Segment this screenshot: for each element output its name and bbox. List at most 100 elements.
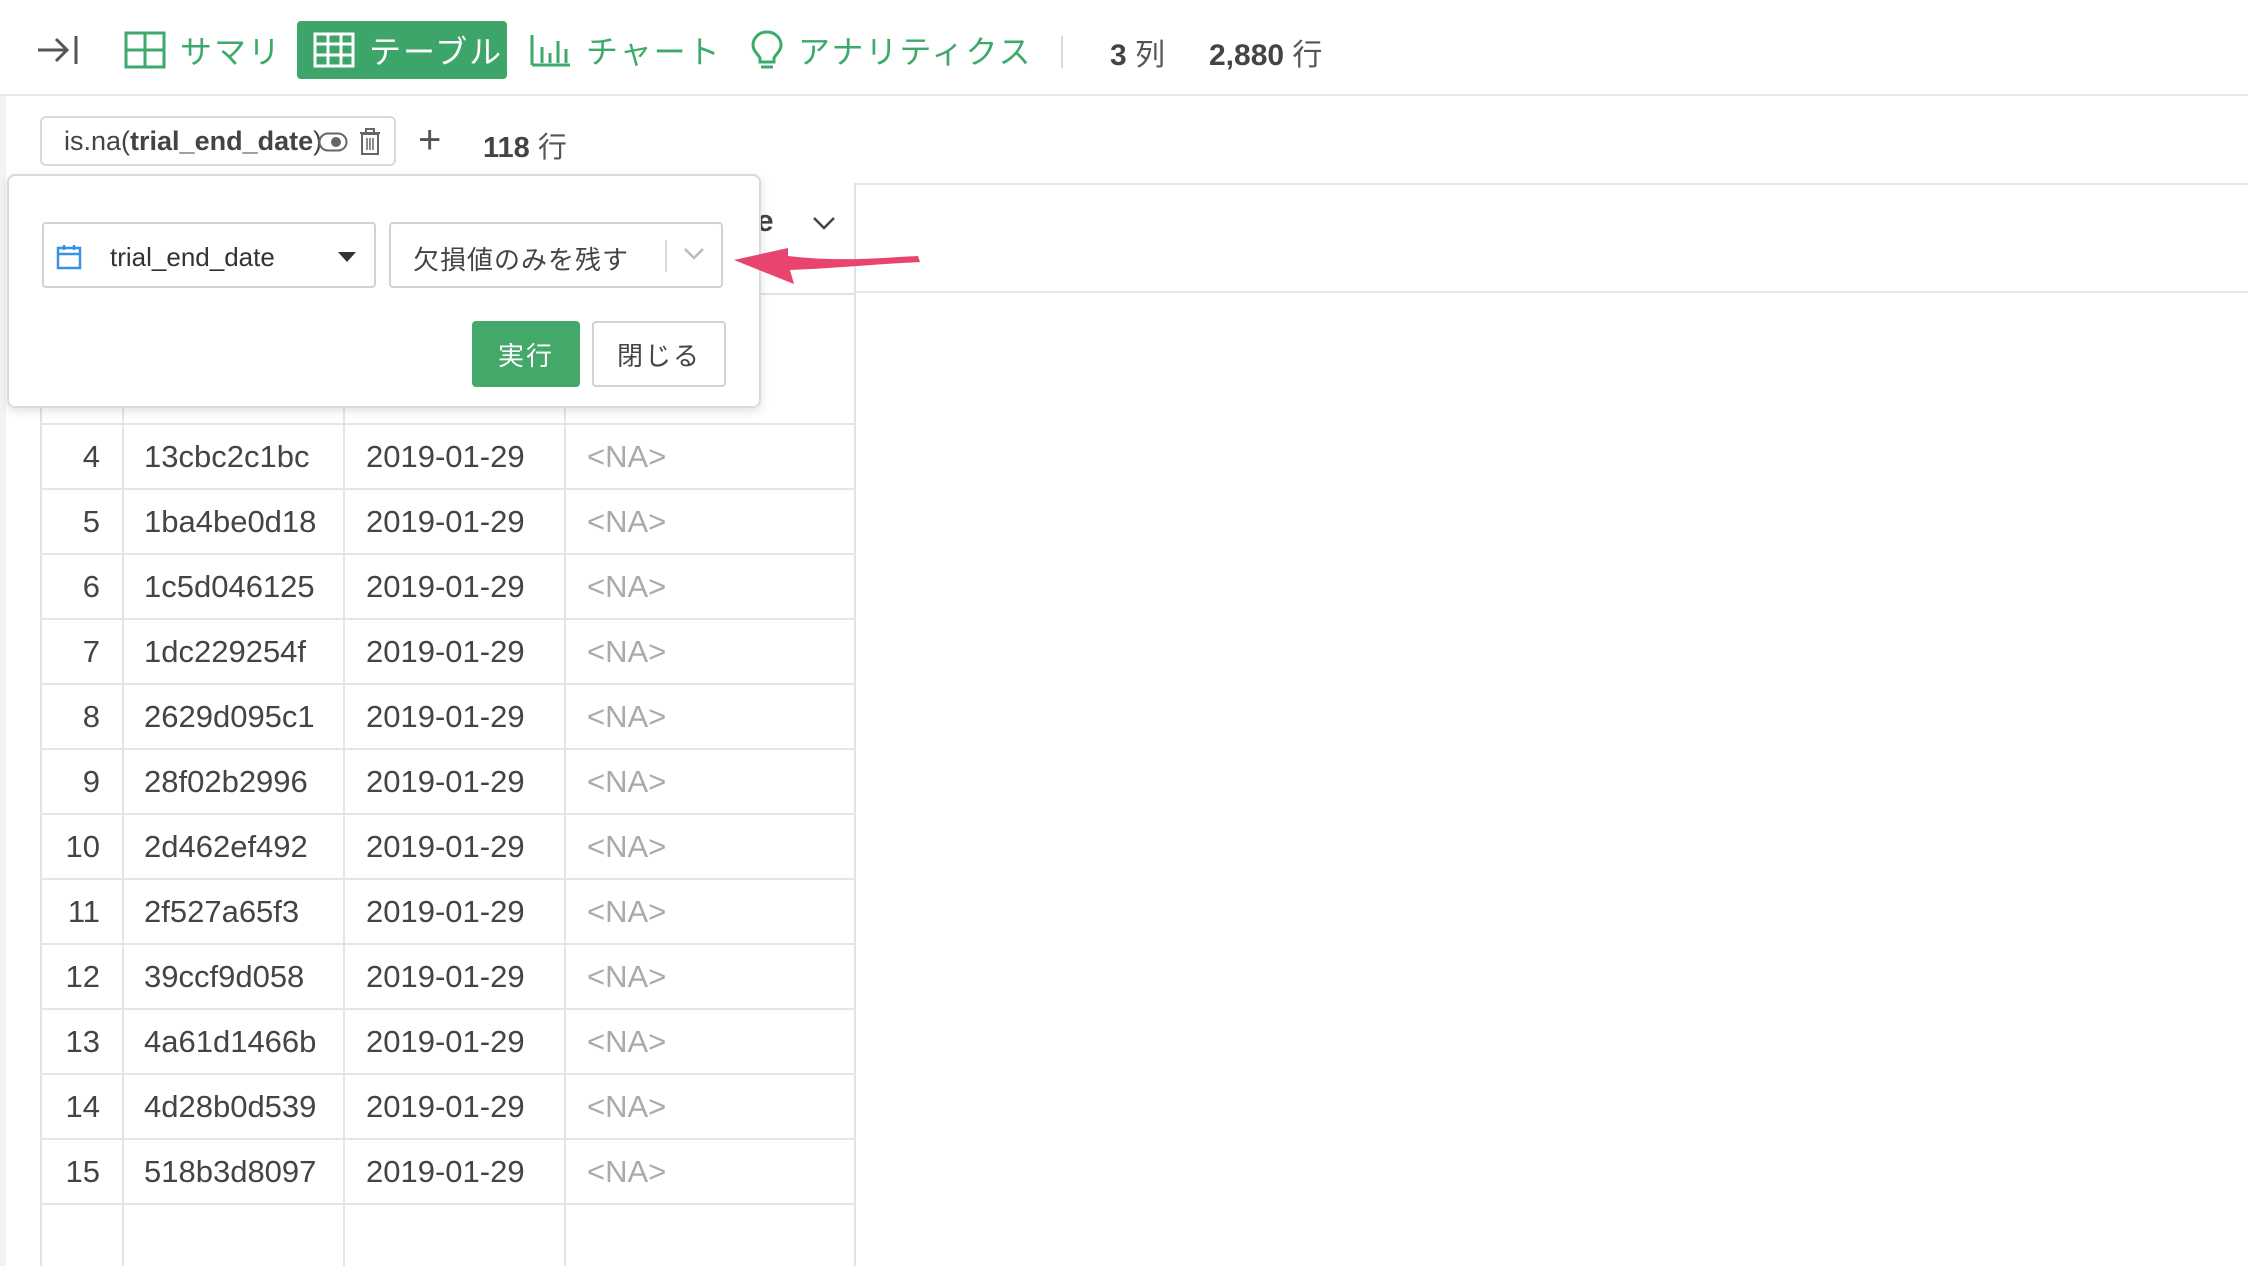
table-row: 4 13cbc2c1bc 2019-01-29 <NA> <box>40 425 856 490</box>
table-row: 5 1ba4be0d18 2019-01-29 <NA> <box>40 490 856 555</box>
column-select[interactable]: trial_end_date <box>42 222 376 288</box>
column-divider <box>343 380 345 1266</box>
column-select-value: trial_end_date <box>110 242 275 272</box>
cell-id: 1ba4be0d18 <box>144 504 317 539</box>
left-edge <box>0 0 6 1266</box>
tab-analytics[interactable]: アナリティクス <box>750 21 1032 79</box>
filtered-row-count: 118 行 <box>483 132 567 164</box>
cell-na: <NA> <box>587 439 667 474</box>
filter-chip[interactable]: is.na(trial_end_date) <box>40 116 396 166</box>
cell-id: 28f02b2996 <box>144 764 308 799</box>
cell-id: 2f527a65f3 <box>144 894 300 929</box>
cell-date: 2019-01-29 <box>366 1089 525 1124</box>
cell-id: 1c5d046125 <box>144 569 315 604</box>
lightbulb-icon <box>751 30 783 69</box>
table-row: 13 4a61d1466b 2019-01-29 <NA> <box>40 1010 856 1075</box>
operator-select[interactable]: 欠損値のみを残す <box>389 222 723 288</box>
cell-id: 4d28b0d539 <box>144 1089 317 1124</box>
table-row: 6 1c5d046125 2019-01-29 <NA> <box>40 555 856 620</box>
cell-date: 2019-01-29 <box>366 699 525 734</box>
tab-analytics-label: アナリティクス <box>798 34 1033 70</box>
collapse-panel-icon[interactable] <box>36 30 80 70</box>
column-count: 3 列 <box>1110 39 1166 72</box>
row-index: 7 <box>82 634 100 669</box>
row-count: 2,880 行 <box>1209 39 1323 72</box>
tab-summary-label: サマリ <box>180 34 283 70</box>
cell-id: 4a61d1466b <box>144 1024 317 1059</box>
cell-date: 2019-01-29 <box>366 959 525 994</box>
cell-na: <NA> <box>587 959 667 994</box>
cell-date: 2019-01-29 <box>366 1024 525 1059</box>
cell-na: <NA> <box>587 1154 667 1189</box>
toggle-visibility-icon[interactable] <box>318 132 348 152</box>
cell-id: 39ccf9d058 <box>144 959 305 994</box>
calendar-icon <box>56 245 82 270</box>
cell-na: <NA> <box>587 1024 667 1059</box>
grid-icon <box>124 31 166 69</box>
cell-na: <NA> <box>587 569 667 604</box>
annotation-arrow-icon <box>734 248 920 284</box>
row-index: 10 <box>65 829 100 864</box>
cell-date: 2019-01-29 <box>366 1154 525 1189</box>
table-row: 14 4d28b0d539 2019-01-29 <NA> <box>40 1075 856 1140</box>
row-index: 13 <box>65 1024 100 1059</box>
close-button[interactable]: 閉じる <box>592 321 726 387</box>
cell-na: <NA> <box>587 504 667 539</box>
cell-id: 518b3d8097 <box>144 1154 317 1189</box>
cell-id: 2629d095c1 <box>144 699 315 734</box>
row-index: 6 <box>82 569 100 604</box>
select-divider <box>665 240 667 272</box>
table-row: 7 1dc229254f 2019-01-29 <NA> <box>40 620 856 685</box>
table-row: 8 2629d095c1 2019-01-29 <NA> <box>40 685 856 750</box>
cell-na: <NA> <box>587 894 667 929</box>
cell-na: <NA> <box>587 764 667 799</box>
table-header-empty-area <box>856 183 2248 293</box>
row-index: 8 <box>82 699 100 734</box>
run-button[interactable]: 実行 <box>472 321 580 387</box>
cell-date: 2019-01-29 <box>366 569 525 604</box>
cell-na: <NA> <box>587 829 667 864</box>
filter-popover: trial_end_date 欠損値のみを残す 実行 閉じる <box>7 174 761 408</box>
column-divider <box>122 380 124 1266</box>
cell-date: 2019-01-29 <box>366 439 525 474</box>
cell-id: 1dc229254f <box>144 634 307 669</box>
chevron-down-icon[interactable] <box>812 215 836 231</box>
caret-down-icon <box>338 252 356 262</box>
top-toolbar: サマリ テーブル チャート アナリティクス 3 列 2,880 行 <box>0 0 2248 96</box>
cell-na: <NA> <box>587 1089 667 1124</box>
toolbar-divider <box>1061 36 1063 68</box>
row-index: 15 <box>65 1154 100 1189</box>
tab-table[interactable]: テーブル <box>297 21 507 79</box>
chevron-down-icon <box>684 248 704 260</box>
table-row: 11 2f527a65f3 2019-01-29 <NA> <box>40 880 856 945</box>
row-index: 5 <box>82 504 100 539</box>
table-icon <box>313 32 355 68</box>
tab-chart[interactable]: チャート <box>530 21 722 79</box>
row-index: 14 <box>65 1089 100 1124</box>
table-row: 12 39ccf9d058 2019-01-29 <NA> <box>40 945 856 1010</box>
cell-date: 2019-01-29 <box>366 894 525 929</box>
filter-field: trial_end_date <box>130 125 314 156</box>
add-filter-button[interactable]: + <box>418 118 441 162</box>
cell-date: 2019-01-29 <box>366 634 525 669</box>
table-row: 10 2d462ef492 2019-01-29 <NA> <box>40 815 856 880</box>
cell-date: 2019-01-29 <box>366 504 525 539</box>
trash-icon[interactable] <box>358 128 382 156</box>
cell-date: 2019-01-29 <box>366 764 525 799</box>
row-index: 11 <box>67 894 100 929</box>
cell-id: 13cbc2c1bc <box>144 439 310 474</box>
filter-prefix: is.na( <box>64 125 131 156</box>
cell-na: <NA> <box>587 634 667 669</box>
row-index: 9 <box>82 764 100 799</box>
table-row: 15 518b3d8097 2019-01-29 <NA> <box>40 1140 856 1205</box>
cell-id: 2d462ef492 <box>144 829 308 864</box>
operator-select-value: 欠損値のみを残す <box>413 245 630 275</box>
tab-table-label: テーブル <box>369 34 504 70</box>
table-row: 9 28f02b2996 2019-01-29 <NA> <box>40 750 856 815</box>
tab-chart-label: チャート <box>586 34 722 70</box>
tab-summary[interactable]: サマリ <box>124 21 282 79</box>
row-index: 4 <box>82 439 100 474</box>
cell-na: <NA> <box>587 699 667 734</box>
row-index: 12 <box>65 959 100 994</box>
cell-date: 2019-01-29 <box>366 829 525 864</box>
